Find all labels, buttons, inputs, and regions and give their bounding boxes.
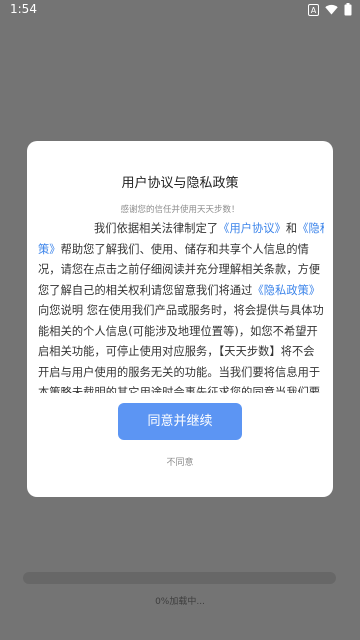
policy-link[interactable]: 《隐私政	[297, 222, 324, 235]
disagree-button[interactable]: 不同意	[27, 455, 333, 468]
policy-text-segment: 帮助您了解我们、使用、储存和共享个人信息的情	[60, 242, 309, 256]
policy-line: 您了解自己的相关权利请您留意我们将通过《隐私政策》	[38, 281, 324, 302]
policy-text-segment: 开启与用户使用的服务无关的功能。当我们要将信息用于	[38, 365, 321, 379]
svg-text:A: A	[311, 6, 317, 15]
policy-line: 策》帮助您了解我们、使用、储存和共享个人信息的情	[38, 240, 324, 261]
policy-text[interactable]: 我们依据相关法律制定了《用户协议》和《隐私政策》帮助您了解我们、使用、储存和共享…	[38, 219, 324, 393]
loading-label: 0%加载中...	[155, 597, 205, 607]
policy-link[interactable]: 策》	[38, 243, 61, 256]
status-bar: 1:54 A	[0, 0, 360, 20]
policy-text-segment: 我们依据相关法律制定了	[94, 222, 219, 235]
status-icons: A	[308, 3, 352, 16]
policy-line: 能相关的个人信息(可能涉及地理位置等)，如您不希望开	[38, 322, 324, 343]
dialog-title: 用户协议与隐私政策	[121, 176, 239, 191]
policy-line: 启相关功能，可停止使用对应服务，【天天步数】将不会	[38, 342, 324, 363]
policy-text-segment: 您了解自己的相关权利请您留意我们将通过	[38, 283, 253, 297]
a-notification-icon: A	[308, 3, 319, 16]
policy-text-segment: 启相关功能，可停止使用对应服务，【天天步数】将不会	[38, 345, 315, 358]
policy-line: 向您说明 您在使用我们产品或服务时，将会提供与具体功	[38, 301, 324, 322]
wifi-icon	[325, 4, 338, 15]
policy-link[interactable]: 《隐私政策》	[252, 284, 320, 297]
policy-line: 开启与用户使用的服务无关的功能。当我们要将信息用于	[38, 363, 324, 384]
policy-text-segment: 能相关的个人信息(可能涉及地理位置等)，如您不希望开	[38, 324, 318, 338]
privacy-dialog: 用户协议与隐私政策 感谢您的信任并使用天天步数！ 我们依据相关法律制定了《用户协…	[27, 141, 333, 497]
policy-line: 我们依据相关法律制定了《用户协议》和《隐私政	[38, 219, 324, 240]
agree-continue-button[interactable]: 同意并继续	[118, 403, 242, 440]
loading-progress-bar	[23, 572, 336, 584]
policy-text-segment: 向您说明 您在使用我们产品或服务时，将会提供与具体功	[38, 304, 324, 317]
status-time: 1:54	[10, 2, 37, 16]
policy-text-segment: 本策略未载明的其它用途时会事先征求您的同意当我们要	[38, 386, 321, 393]
policy-line: 况，请您在点击之前仔细阅读并充分理解相关条款，方便	[38, 260, 324, 281]
policy-link[interactable]: 《用户协议》	[218, 222, 286, 235]
dialog-subtitle: 感谢您的信任并使用天天步数！	[120, 205, 240, 215]
battery-icon	[344, 3, 352, 16]
policy-text-segment: 和	[285, 222, 298, 235]
policy-text-segment: 况，请您在点击之前仔细阅读并充分理解相关条款，方便	[38, 263, 321, 276]
policy-line: 本策略未载明的其它用途时会事先征求您的同意当我们要	[38, 383, 324, 393]
